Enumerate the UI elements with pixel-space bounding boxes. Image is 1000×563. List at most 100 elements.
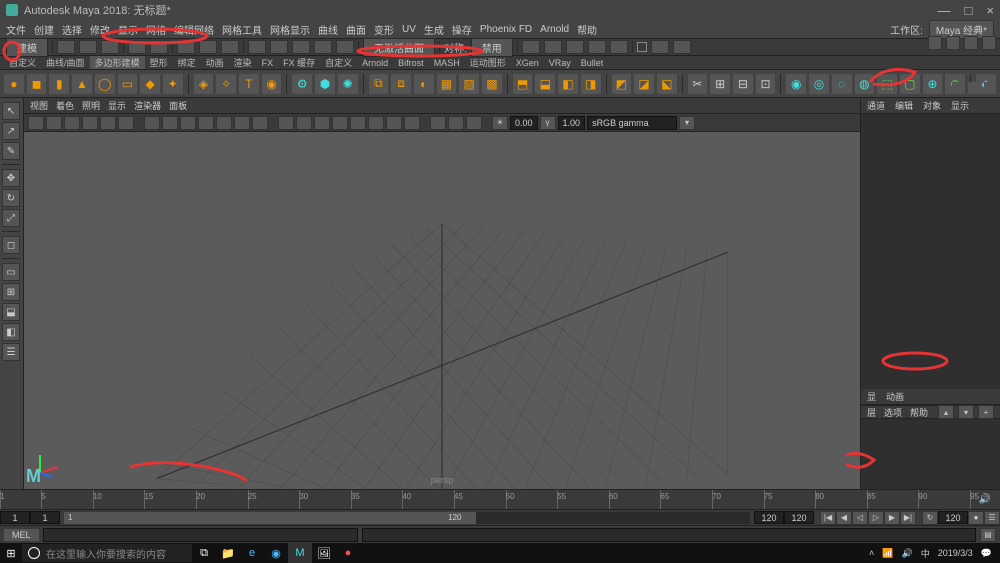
playback-prev-button[interactable]: [544, 40, 562, 54]
toggle-channelbox-button[interactable]: [928, 36, 942, 50]
playback-step-back-button[interactable]: ◀: [836, 511, 852, 525]
paint-tool[interactable]: ✎: [2, 142, 20, 160]
toggle-ae-button[interactable]: [952, 82, 964, 94]
layer-tab-anim[interactable]: 动画: [886, 390, 904, 403]
shelf-tab-render[interactable]: 渲染: [229, 56, 257, 69]
menu-select[interactable]: 选择: [62, 22, 82, 37]
start-button[interactable]: ⊞: [0, 543, 22, 563]
shelf-tab-poly[interactable]: 多边形建模: [90, 56, 145, 69]
range-start-inner-field[interactable]: 1: [30, 511, 60, 524]
vp-colorspace-dropdown[interactable]: sRGB gamma: [587, 116, 677, 130]
snap-plane-button[interactable]: [314, 40, 332, 54]
two-pane-v-button[interactable]: ◧: [2, 323, 20, 341]
shelf-tab-bullet[interactable]: Bullet: [576, 58, 609, 68]
vp-image-plane-button[interactable]: [82, 116, 98, 130]
outliner-toggle-button[interactable]: ☰: [2, 343, 20, 361]
menu-deform[interactable]: 变形: [374, 22, 394, 37]
shelf-tab-bifrost[interactable]: Bifrost: [393, 58, 429, 68]
poly-helix-button[interactable]: ◉: [262, 74, 282, 94]
mirror-button[interactable]: ◨: [581, 74, 601, 94]
vp-safe-title-button[interactable]: [252, 116, 268, 130]
tray-ime-icon[interactable]: 中: [921, 547, 930, 560]
boolean-button[interactable]: ◐: [414, 74, 434, 94]
shelf-tab-anim[interactable]: 动画: [201, 56, 229, 69]
undo-button[interactable]: [128, 40, 146, 54]
remesh-button[interactable]: ▩: [482, 74, 502, 94]
menu-arnold[interactable]: Arnold: [540, 24, 569, 35]
tray-up-icon[interactable]: ˄: [869, 548, 874, 558]
ipr-render-button[interactable]: [673, 40, 691, 54]
vp-motion-blur-button[interactable]: [386, 116, 402, 130]
range-track[interactable]: 1 120: [64, 512, 750, 524]
shelf-tab-arnold[interactable]: Arnold: [357, 58, 393, 68]
toggle-attribute-editor-button[interactable]: [946, 36, 960, 50]
current-frame-field[interactable]: 120: [938, 511, 968, 524]
lasso-button[interactable]: [199, 40, 217, 54]
vp-select-camera-button[interactable]: [28, 116, 44, 130]
move-tool[interactable]: ✥: [2, 169, 20, 187]
range-end-inner-field[interactable]: 120: [754, 511, 784, 524]
shelf-tab-rig[interactable]: 绑定: [173, 56, 201, 69]
poly-disc-button[interactable]: ◆: [140, 74, 160, 94]
taskbar-maya-icon[interactable]: M: [288, 543, 312, 563]
script-lang-dropdown[interactable]: MEL: [4, 529, 39, 541]
crease-button[interactable]: ⬚: [877, 74, 897, 94]
command-input[interactable]: [43, 528, 359, 542]
autokey-button[interactable]: ●: [968, 511, 984, 525]
shelf-tab-curves[interactable]: 曲线/曲面: [41, 56, 90, 69]
vp-gamma-icon[interactable]: γ: [540, 116, 556, 130]
new-scene-button[interactable]: [57, 40, 75, 54]
tray-network-icon[interactable]: 📶: [882, 548, 893, 559]
menu-phoenixfd[interactable]: Phoenix FD: [480, 24, 532, 35]
vp-exposure-field[interactable]: 0.00: [510, 116, 538, 130]
smooth-button[interactable]: ▦: [437, 74, 457, 94]
playback-play-back-button[interactable]: ◁: [852, 511, 868, 525]
playback-start-button[interactable]: [522, 40, 540, 54]
vp-isolate-button[interactable]: [430, 116, 446, 130]
playback-play-forward-button[interactable]: ▷: [868, 511, 884, 525]
tray-datetime[interactable]: 2019/3/3: [938, 548, 973, 558]
shelf-tab-fx[interactable]: FX: [257, 58, 279, 68]
no-live-surface[interactable]: 无激活曲面: [363, 38, 435, 57]
vp-safe-action-button[interactable]: [234, 116, 250, 130]
collapse-button[interactable]: ⬕: [657, 74, 677, 94]
minimize-button[interactable]: —: [938, 3, 951, 18]
last-tool[interactable]: ◻: [2, 236, 20, 254]
poly-plane-button[interactable]: ▭: [118, 74, 138, 94]
paint-select-button[interactable]: [221, 40, 239, 54]
vp-shadows-button[interactable]: [332, 116, 348, 130]
combine-button[interactable]: ⧉: [369, 74, 389, 94]
layer-editor-body[interactable]: [861, 419, 1000, 489]
poly-cylinder-button[interactable]: ▮: [49, 74, 69, 94]
vp-lock-camera-button[interactable]: [46, 116, 62, 130]
sculpt-button[interactable]: ◉: [786, 74, 806, 94]
snap-grid-button[interactable]: [248, 40, 266, 54]
uv-editor-button[interactable]: ⊕: [923, 74, 943, 94]
channel-tab-object[interactable]: 对象: [923, 99, 941, 112]
vp-smooth-shade-button[interactable]: [296, 116, 312, 130]
vp-colorspace-toggle[interactable]: ▾: [679, 116, 695, 130]
poly-gear-button[interactable]: ⚙: [292, 74, 312, 94]
viewport-menu-show[interactable]: 显示: [108, 99, 126, 112]
target-weld-button[interactable]: ⊞: [710, 74, 730, 94]
tray-notifications-icon[interactable]: 💬: [981, 548, 992, 559]
menu-meshtools[interactable]: 网格工具: [222, 22, 262, 37]
vp-exposure-icon[interactable]: ☀: [492, 116, 508, 130]
menu-create[interactable]: 创建: [34, 22, 54, 37]
range-end-outer-field[interactable]: 120: [784, 511, 814, 524]
vp-gamma-field[interactable]: 1.00: [558, 116, 586, 130]
shelf-tab-custom2[interactable]: 自定义: [320, 56, 357, 69]
menu-editmesh[interactable]: 编辑网络: [174, 22, 214, 37]
poly-platonic-button[interactable]: ✦: [163, 74, 183, 94]
time-ruler[interactable]: 15101520253035404550556065707580859095: [0, 490, 970, 509]
playback-fastfwd-button[interactable]: ▶|: [900, 511, 916, 525]
vp-grease-button[interactable]: [118, 116, 134, 130]
snap-curve-button[interactable]: [270, 40, 288, 54]
taskbar-explorer-icon[interactable]: 📁: [216, 543, 240, 563]
taskbar-app1-icon[interactable]: ◉: [264, 543, 288, 563]
scale-tool[interactable]: ⤢: [2, 209, 20, 227]
toggle-mtoolkit-button[interactable]: [984, 82, 996, 94]
prefs-button[interactable]: ☰: [984, 511, 1000, 525]
poly-cube-button[interactable]: ◼: [27, 74, 47, 94]
layer-menu-layers[interactable]: 层: [867, 406, 876, 419]
